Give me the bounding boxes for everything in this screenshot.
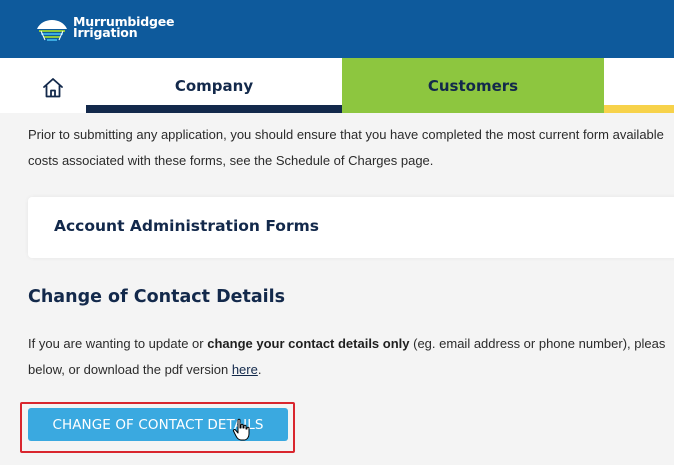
site-header: Murrumbidgee Irrigation [0,0,674,58]
description-line2-post: . [257,362,262,377]
hand-pointer-cursor-icon [232,418,250,441]
section-title: Change of Contact Details [28,287,286,307]
home-icon [43,78,63,98]
section-description: If you are wanting to update or change y… [28,331,674,383]
murrumbidgee-logo-icon [37,20,67,41]
description-line2-pre: below, or download the pdf version [28,362,232,377]
tab-company-label: Company [174,76,254,95]
tab-company-underline [86,105,342,113]
brand-logo[interactable]: Murrumbidgee Irrigation [35,12,174,42]
description-bold: change your contact details only [207,336,410,351]
tab-next-underline [604,105,674,113]
account-administration-accordion[interactable]: Account Administration Forms [28,197,674,258]
tab-customers-underline [342,105,604,113]
tab-customers[interactable]: Customers [342,58,604,113]
description-line-1: If you are wanting to update or change y… [28,331,674,357]
intro-text: Prior to submitting any application, you… [28,122,674,174]
main-content: Prior to submitting any application, you… [0,113,674,465]
description-pre: If you are wanting to update or [28,336,208,351]
intro-line-1: Prior to submitting any application, you… [28,127,664,142]
tab-next[interactable] [604,58,674,113]
main-nav: Company Customers [0,58,674,113]
description-line-2: below, or download the pdf version here. [28,357,674,383]
tab-company[interactable]: Company [86,58,342,113]
nav-home-button[interactable] [30,66,76,110]
description-post: (eg. email address or phone number), ple… [409,336,666,351]
intro-line-2: costs associated with these forms, see t… [28,153,434,168]
pdf-here-link[interactable]: here [232,362,258,377]
brand-name: Murrumbidgee Irrigation [73,15,174,39]
tab-customers-label: Customers [427,76,519,95]
accordion-title: Account Administration Forms [54,217,319,235]
